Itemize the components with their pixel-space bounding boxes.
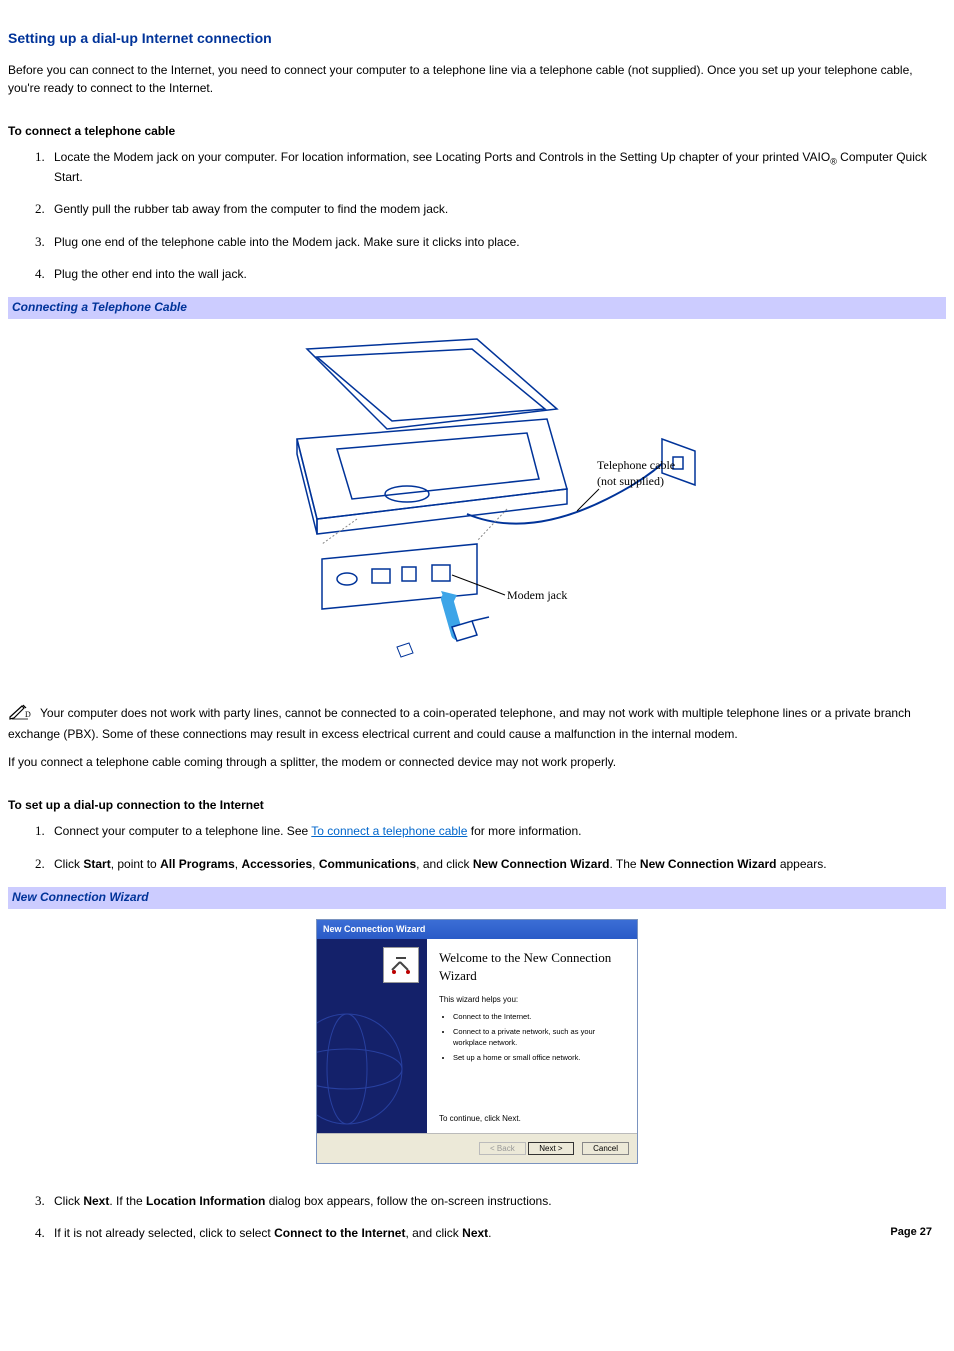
figure-telephone-cable: Telephone cable (not supplied) [8, 319, 946, 679]
wizard-heading: Welcome to the New Connection Wizard [439, 949, 625, 987]
svg-text:Telephone cable: Telephone cable [597, 458, 675, 472]
wizard-next-button[interactable]: Next > [528, 1142, 573, 1155]
connection-icon [388, 952, 414, 978]
link-connect-cable[interactable]: To connect a telephone cable [311, 824, 467, 838]
dialup-step-3: Click Next. If the Location Information … [48, 1192, 946, 1210]
page-title: Setting up a dial-up Internet connection [8, 28, 946, 48]
steps-connect-cable: Locate the Modem jack on your computer. … [8, 148, 946, 283]
wizard-back-button: < Back [479, 1142, 526, 1155]
steps-dialup-cont: Click Next. If the Location Information … [8, 1192, 946, 1243]
figure-caption-cable: Connecting a Telephone Cable [8, 297, 946, 318]
step-3: Plug one end of the telephone cable into… [48, 233, 946, 251]
section-heading-connect-cable: To connect a telephone cable [8, 123, 946, 140]
note-party-lines: D Your computer does not work with party… [8, 703, 946, 744]
step-2: Gently pull the rubber tab away from the… [48, 200, 946, 218]
dialup-step-2: Click Start, point to All Programs, Acce… [48, 855, 946, 873]
figure-wizard: New Connection Wizard Welcome to the New… [8, 909, 946, 1174]
page-number: Page 27 [890, 1225, 932, 1241]
steps-dialup: Connect your computer to a telephone lin… [8, 822, 946, 873]
wizard-cancel-button[interactable]: Cancel [582, 1142, 629, 1155]
figure-caption-wizard: New Connection Wizard [8, 887, 946, 908]
dialup-step-1: Connect your computer to a telephone lin… [48, 822, 946, 840]
intro-paragraph: Before you can connect to the Internet, … [8, 62, 946, 97]
step-4: Plug the other end into the wall jack. [48, 265, 946, 283]
svg-text:Modem jack: Modem jack [507, 588, 567, 602]
wizard-titlebar: New Connection Wizard [317, 920, 637, 939]
step-1: Locate the Modem jack on your computer. … [48, 148, 946, 186]
note-icon: D [8, 703, 32, 726]
svg-text:D: D [25, 710, 31, 719]
section-heading-dialup: To set up a dial-up connection to the In… [8, 797, 946, 814]
dialup-step-4: If it is not already selected, click to … [48, 1224, 946, 1242]
note-splitter: If you connect a telephone cable coming … [8, 754, 946, 771]
svg-text:(not supplied): (not supplied) [597, 474, 664, 488]
